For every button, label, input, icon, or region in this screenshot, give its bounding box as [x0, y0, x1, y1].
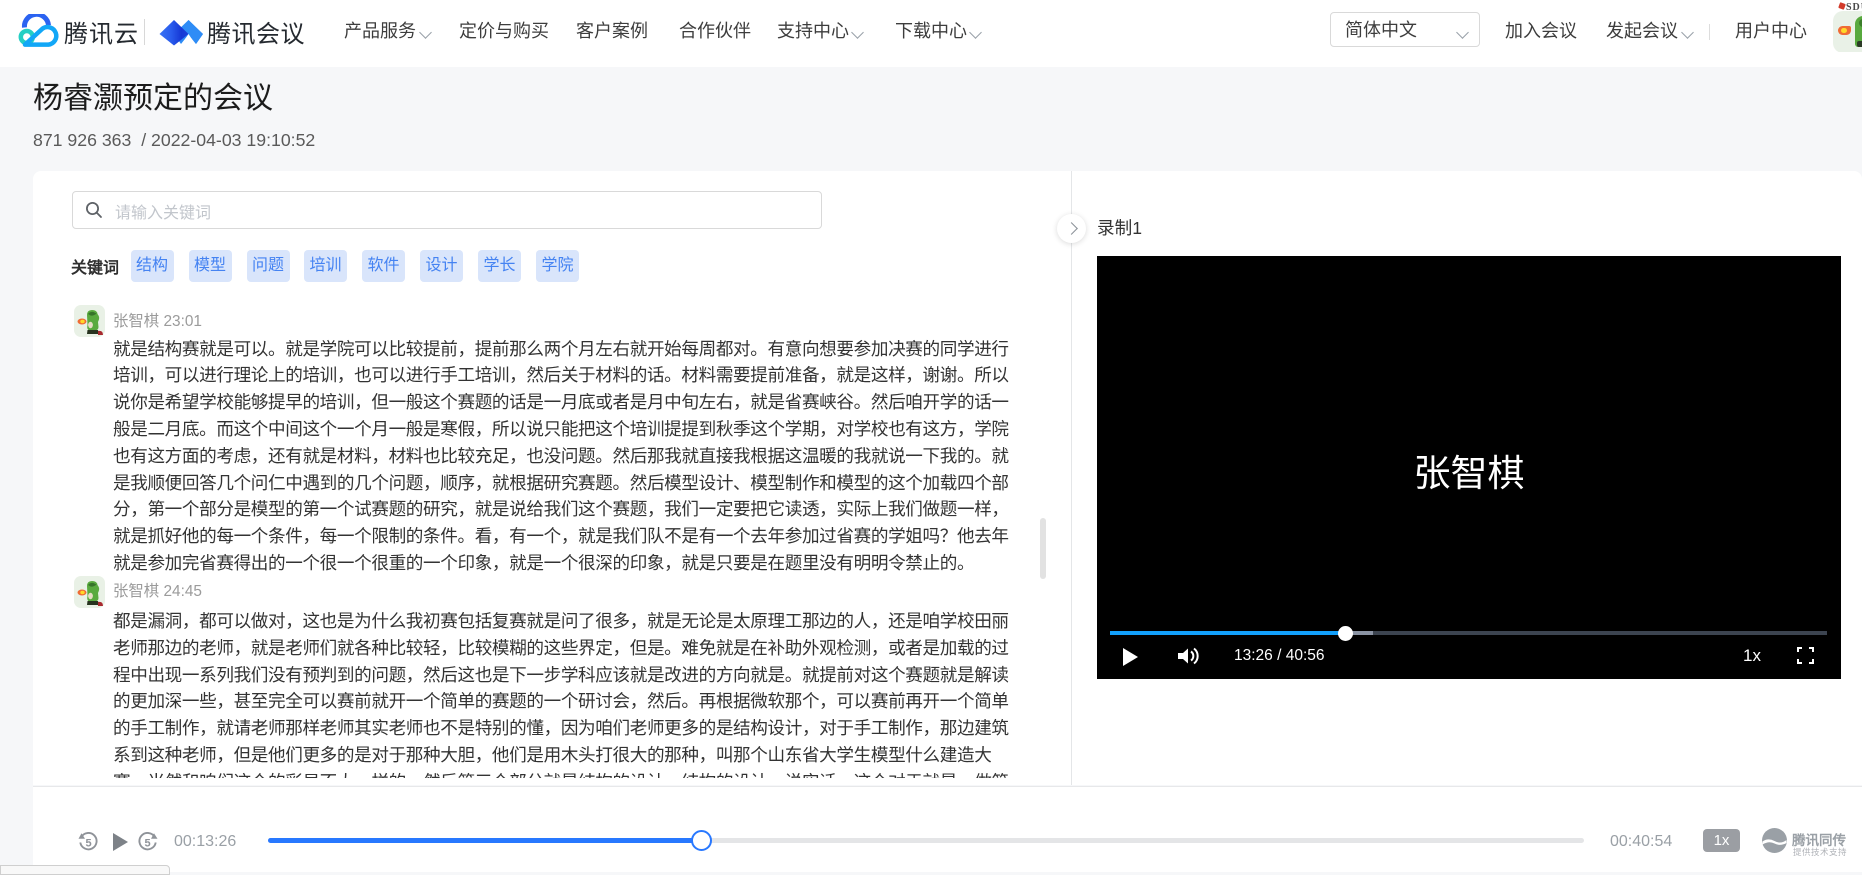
svg-text:5: 5: [85, 838, 91, 850]
svg-text:5: 5: [144, 838, 150, 850]
